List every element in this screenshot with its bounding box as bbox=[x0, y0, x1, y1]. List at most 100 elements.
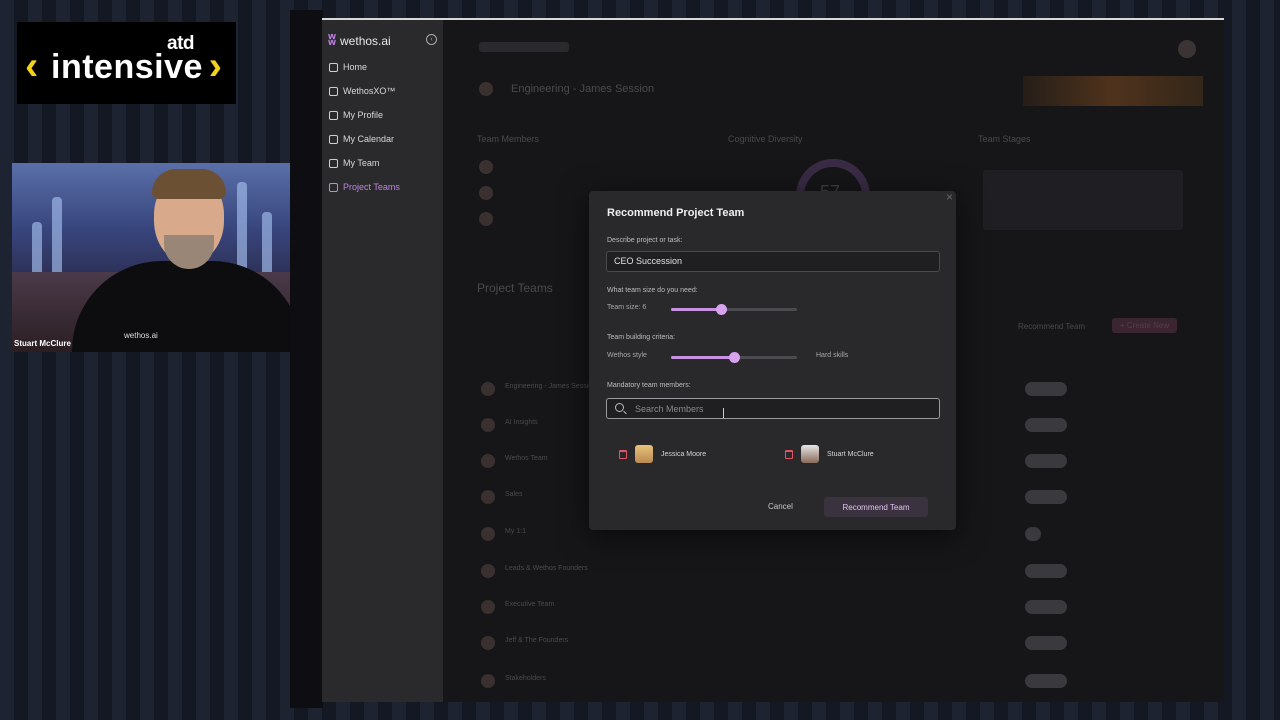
logo-left-brace: ‹ bbox=[25, 44, 39, 88]
home-icon bbox=[329, 62, 338, 72]
project-teams-heading-bg: Project Teams bbox=[477, 281, 553, 295]
nav-item-home[interactable]: Home bbox=[329, 62, 367, 72]
speaker-name-label: Stuart McClure bbox=[14, 339, 71, 348]
modal-title: Recommend Project Team bbox=[607, 207, 745, 219]
collapse-sidebar-icon[interactable]: ‹ bbox=[426, 34, 437, 45]
criteria-slider-fill bbox=[671, 356, 734, 359]
row-members-bg bbox=[1025, 636, 1067, 650]
network-icon bbox=[329, 86, 338, 96]
team-avatar-bg bbox=[479, 82, 493, 96]
nav-label: My Team bbox=[343, 158, 380, 168]
row-bg: Executive Team bbox=[505, 601, 555, 608]
search-icon bbox=[615, 403, 624, 412]
member-name: Stuart McClure bbox=[827, 450, 874, 458]
atd-intensive-logo: atd ‹ intensive › bbox=[17, 22, 236, 104]
speaker-hair bbox=[152, 169, 226, 199]
webcam-feed: wethos.ai bbox=[12, 163, 297, 352]
brand-name: wethos.ai bbox=[340, 33, 391, 48]
shirt-logo: wethos.ai bbox=[124, 331, 158, 340]
search-members-input[interactable] bbox=[635, 402, 925, 416]
member-avatar-bg bbox=[479, 186, 493, 200]
close-icon[interactable]: × bbox=[946, 190, 953, 204]
row-avatar-bg bbox=[481, 564, 495, 578]
row-bg: My 1:1 bbox=[505, 528, 527, 535]
create-new-bg: + Create New bbox=[1112, 318, 1178, 333]
cancel-button[interactable]: Cancel bbox=[768, 502, 793, 511]
team-size-slider-fill bbox=[671, 308, 722, 311]
row-avatar-bg bbox=[481, 636, 495, 650]
team-members-bg: Team Members bbox=[477, 134, 540, 144]
member-chip-stuart-mcclure: Stuart McClure bbox=[785, 445, 874, 463]
row-avatar-bg bbox=[481, 418, 495, 432]
criteria-slider[interactable] bbox=[671, 352, 797, 363]
row-members-bg bbox=[1025, 418, 1067, 432]
nav-label: Project Teams bbox=[343, 182, 400, 192]
row-bg: Engineering - James Session bbox=[505, 383, 597, 390]
user-avatar-bg bbox=[1178, 40, 1196, 58]
member-name: Jessica Moore bbox=[661, 450, 707, 458]
criteria-slider-thumb[interactable] bbox=[729, 352, 740, 363]
nav-label: WethosXO™ bbox=[343, 86, 396, 96]
logo-right-brace: › bbox=[208, 44, 222, 88]
row-avatar-bg bbox=[481, 454, 495, 468]
logo-intensive-text: intensive bbox=[51, 48, 203, 86]
row-members-bg bbox=[1025, 674, 1067, 688]
describe-label: Describe project or task: bbox=[607, 237, 683, 244]
header-banner-bg bbox=[1023, 76, 1203, 106]
recommend-team-button[interactable]: Recommend Team bbox=[824, 497, 928, 517]
page-title-bg: Engineering - James Session bbox=[511, 83, 655, 95]
criteria-left-text: Wethos style bbox=[607, 352, 647, 359]
member-avatar-bg bbox=[479, 160, 493, 174]
trash-icon[interactable] bbox=[619, 449, 627, 459]
criteria-label: Team building criteria: bbox=[607, 334, 676, 341]
recommend-team-modal: × Recommend Project Team Describe projec… bbox=[589, 190, 956, 530]
nav-label: My Profile bbox=[343, 110, 384, 120]
stage-card-bg bbox=[983, 170, 1183, 230]
member-avatar-bg bbox=[479, 212, 493, 226]
window-shadow bbox=[290, 10, 323, 708]
sidebar: ʬ wethos.ai ‹ Home WethosXO™ My Profile … bbox=[322, 20, 443, 702]
project-teams-icon bbox=[329, 182, 338, 192]
criteria-right-text: Hard skills bbox=[816, 352, 849, 359]
project-description-input[interactable]: CEO Succession bbox=[606, 251, 940, 272]
nav-item-project-teams[interactable]: Project Teams bbox=[329, 182, 400, 192]
trash-icon[interactable] bbox=[785, 449, 793, 459]
row-members-bg bbox=[1025, 382, 1067, 396]
team-size-slider[interactable] bbox=[671, 304, 797, 315]
row-bg: Stakeholders bbox=[505, 675, 546, 682]
row-members-bg bbox=[1025, 600, 1067, 614]
team-stages-bg: Team Stages bbox=[978, 134, 1031, 144]
row-avatar-bg bbox=[481, 382, 495, 396]
row-bg: Sales bbox=[505, 491, 523, 498]
nav-item-my-profile[interactable]: My Profile bbox=[329, 110, 383, 120]
mandatory-members-label: Mandatory team members: bbox=[607, 382, 691, 389]
nav-item-my-team[interactable]: My Team bbox=[329, 158, 379, 168]
row-avatar-bg bbox=[481, 600, 495, 614]
row-members-bg bbox=[1025, 454, 1067, 468]
member-chip-jessica-moore: Jessica Moore bbox=[619, 445, 706, 463]
nav-item-my-calendar[interactable]: My Calendar bbox=[329, 134, 394, 144]
user-icon bbox=[329, 110, 338, 120]
team-size-label: What team size do you need: bbox=[607, 287, 698, 294]
search-bar-bg bbox=[479, 42, 569, 52]
brand[interactable]: ʬ wethos.ai bbox=[328, 32, 391, 49]
row-bg: Leads & Wethos Founders bbox=[505, 565, 588, 572]
recommend-team-bg: Recommend Team bbox=[1018, 322, 1085, 331]
row-members-bg bbox=[1025, 527, 1041, 541]
row-avatar-bg bbox=[481, 490, 495, 504]
row-bg: AI Insights bbox=[505, 419, 538, 426]
search-members-field[interactable] bbox=[606, 398, 940, 419]
avatar bbox=[801, 445, 819, 463]
cognitive-diversity-bg: Cognitive Diversity bbox=[728, 134, 803, 144]
wethos-logo-icon: ʬ bbox=[328, 32, 337, 49]
team-size-text: Team size: 6 bbox=[607, 304, 647, 311]
text-cursor-icon bbox=[723, 408, 724, 418]
row-avatar-bg bbox=[481, 674, 495, 688]
nav-label: My Calendar bbox=[343, 134, 395, 144]
row-members-bg bbox=[1025, 564, 1067, 578]
row-bg: Wethos Team bbox=[505, 455, 548, 462]
row-members-bg bbox=[1025, 490, 1067, 504]
row-avatar-bg bbox=[481, 527, 495, 541]
team-size-slider-thumb[interactable] bbox=[716, 304, 728, 315]
nav-item-wethosxo[interactable]: WethosXO™ bbox=[329, 86, 395, 96]
